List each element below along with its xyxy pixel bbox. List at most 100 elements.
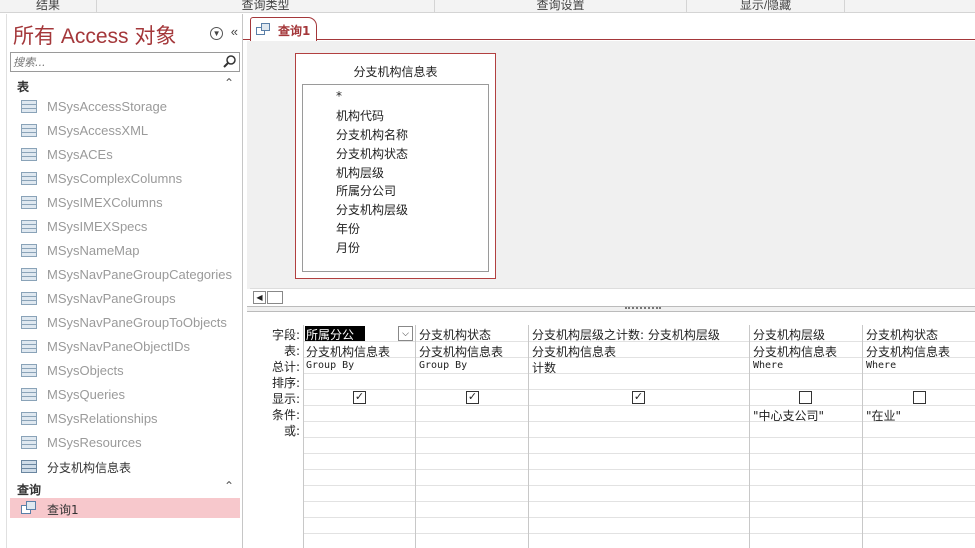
table-icon xyxy=(21,412,37,425)
nav-item-table[interactable]: MSysIMEXSpecs xyxy=(10,216,240,236)
grid-column-divider xyxy=(862,325,863,548)
field-list-item[interactable]: 月份 xyxy=(336,239,360,256)
field-list-item[interactable]: * xyxy=(336,89,342,103)
query-design-table-pane[interactable]: 分支机构信息表 * 机构代码 分支机构名称 分支机构状态 机构层级 所属分公司 … xyxy=(247,41,975,289)
nav-item-table[interactable]: MSysComplexColumns xyxy=(10,168,240,188)
nav-item-table[interactable]: MSysAccessStorage xyxy=(10,96,240,116)
grid-field-cell[interactable]: 所属分公司 xyxy=(305,326,365,359)
field-list-item[interactable]: 所属分公司 xyxy=(336,182,396,199)
grid-total-cell[interactable]: Group By xyxy=(306,360,354,371)
checkmark-icon: ✓ xyxy=(467,391,478,403)
grid-table-cell[interactable]: 分支机构信息表 xyxy=(306,343,390,360)
grid-criteria-cell[interactable]: "在业" xyxy=(866,407,901,424)
window-left-edge xyxy=(0,14,7,548)
double-chevron-up-icon[interactable]: ⌃ xyxy=(224,479,234,493)
table-icon xyxy=(21,460,37,473)
chevron-down-icon[interactable]: ⌵ xyxy=(398,326,413,341)
nav-item-table[interactable]: MSysAccessXML xyxy=(10,120,240,140)
field-list-item[interactable]: 机构层级 xyxy=(336,164,384,181)
table-icon xyxy=(21,436,37,449)
double-chevron-up-icon[interactable]: ⌃ xyxy=(224,76,234,90)
grid-total-cell[interactable]: 计数 xyxy=(532,359,556,376)
nav-section-label: 查询 xyxy=(17,483,42,497)
nav-item-table[interactable]: MSysResources xyxy=(10,432,240,452)
nav-item-table[interactable]: MSysIMEXColumns xyxy=(10,192,240,212)
field-list-title[interactable]: 分支机构信息表 xyxy=(296,63,495,80)
grid-field-cell[interactable]: 分支机构层级 xyxy=(753,326,825,343)
grid-show-checkbox[interactable]: ✓ xyxy=(632,391,645,404)
row-label-show: 显示: xyxy=(271,392,300,406)
nav-item-table[interactable]: MSysACEs xyxy=(10,144,240,164)
ribbon-group-query-type: 查询类型 xyxy=(97,0,435,13)
nav-pane-title[interactable]: 所有 Access 对象 xyxy=(13,20,176,50)
nav-item-table[interactable]: MSysNavPaneGroupToObjects xyxy=(10,312,240,332)
nav-item-table[interactable]: MSysNavPaneGroups xyxy=(10,288,240,308)
tab-query1[interactable]: 查询1 xyxy=(250,17,317,41)
grid-total-cell[interactable]: Where xyxy=(753,360,783,371)
ribbon-group-results: 结果 xyxy=(0,0,97,13)
query-icon xyxy=(256,23,271,36)
grid-table-cell[interactable]: 分支机构信息表 xyxy=(532,343,616,360)
ribbon-group-show-hide: 显示/隐藏 xyxy=(687,0,845,13)
row-label-criteria: 条件: xyxy=(271,408,300,422)
grid-column-divider xyxy=(303,325,304,548)
table-icon xyxy=(21,268,37,281)
nav-search-input[interactable] xyxy=(11,53,216,71)
query-design-grid[interactable]: 字段: 表: 总计: 排序: 显示: 条件: 或: 所属分公司 ⌵ 分支机构信息… xyxy=(247,312,975,548)
scrollbar-thumb[interactable] xyxy=(267,291,283,304)
field-list-item[interactable]: 分支机构层级 xyxy=(336,201,408,218)
navigation-pane: 所有 Access 对象 ▼ « 表 ⌃ MSysAccessStorage M… xyxy=(7,14,243,548)
field-list-item[interactable]: 分支机构名称 xyxy=(336,126,408,143)
grid-show-checkbox[interactable] xyxy=(799,391,812,404)
grid-total-cell[interactable]: Where xyxy=(866,360,896,371)
nav-item-query1[interactable]: 查询1 xyxy=(10,498,240,518)
field-list-item[interactable]: 年份 xyxy=(336,220,360,237)
grid-field-cell[interactable]: 分支机构状态 xyxy=(419,326,491,343)
table-icon xyxy=(21,364,37,377)
table-icon xyxy=(21,340,37,353)
field-list-item[interactable]: 机构代码 xyxy=(336,107,384,124)
table-icon xyxy=(21,316,37,329)
circle-chevron-down-icon[interactable]: ▼ xyxy=(210,27,224,40)
field-list-window[interactable]: 分支机构信息表 * 机构代码 分支机构名称 分支机构状态 机构层级 所属分公司 … xyxy=(295,53,496,279)
grid-total-cell[interactable]: Group By xyxy=(419,360,467,371)
table-icon xyxy=(21,100,37,113)
field-list-item[interactable]: 分支机构状态 xyxy=(336,145,408,162)
grid-column-divider xyxy=(415,325,416,548)
table-icon xyxy=(21,124,37,137)
table-icon xyxy=(21,388,37,401)
nav-item-table[interactable]: MSysQueries xyxy=(10,384,240,404)
grid-table-cell[interactable]: 分支机构信息表 xyxy=(866,343,950,360)
grid-column-divider xyxy=(749,325,750,548)
double-chevron-left-icon[interactable]: « xyxy=(231,24,238,39)
nav-section-queries[interactable]: 查询 ⌃ xyxy=(10,479,240,497)
grid-show-checkbox[interactable]: ✓ xyxy=(353,391,366,404)
ribbon-group-labels: 结果 查询类型 查询设置 显示/隐藏 xyxy=(0,0,975,13)
grid-table-cell[interactable]: 分支机构信息表 xyxy=(753,343,837,360)
grid-criteria-cell[interactable]: "中心支公司" xyxy=(753,407,824,424)
horizontal-scrollbar[interactable]: ◀ xyxy=(250,288,975,305)
scroll-left-icon[interactable]: ◀ xyxy=(253,291,266,304)
table-icon xyxy=(21,244,37,257)
nav-item-table[interactable]: MSysNavPaneObjectIDs xyxy=(10,336,240,356)
nav-item-table[interactable]: MSysObjects xyxy=(10,360,240,380)
splitter-grip[interactable] xyxy=(625,307,661,310)
nav-item-table[interactable]: MSysNavPaneGroupCategories xyxy=(10,264,240,284)
grid-field-cell[interactable]: 分支机构层级之计数: 分支机构层级 xyxy=(532,326,720,343)
grid-field-cell[interactable]: 分支机构状态 xyxy=(866,326,938,343)
grid-table-cell[interactable]: 分支机构信息表 xyxy=(419,343,503,360)
grid-show-checkbox[interactable] xyxy=(913,391,926,404)
nav-item-table-branch-info[interactable]: 分支机构信息表 xyxy=(10,456,240,476)
nav-section-label: 表 xyxy=(17,80,30,94)
nav-item-table[interactable]: MSysNameMap xyxy=(10,240,240,260)
nav-item-table[interactable]: MSysRelationships xyxy=(10,408,240,428)
nav-section-tables[interactable]: 表 ⌃ xyxy=(10,76,240,94)
grid-show-checkbox[interactable]: ✓ xyxy=(466,391,479,404)
ribbon-group-query-setup: 查询设置 xyxy=(435,0,687,13)
row-label-table: 表: xyxy=(283,344,300,358)
row-label-total: 总计: xyxy=(271,360,300,374)
table-icon xyxy=(21,220,37,233)
search-icon[interactable] xyxy=(221,54,238,70)
table-icon xyxy=(21,196,37,209)
field-list: * 机构代码 分支机构名称 分支机构状态 机构层级 所属分公司 分支机构层级 年… xyxy=(302,84,489,272)
